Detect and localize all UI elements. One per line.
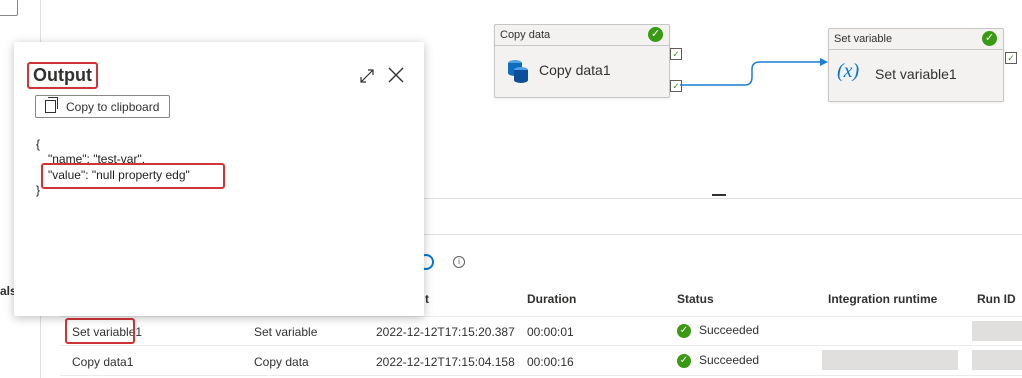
info-icon[interactable]: i [453,256,465,268]
column-header-run-id[interactable]: Run ID [977,292,1016,306]
json-open-brace: { [36,137,41,151]
set-variable-activity-header: Set variable ✓ [829,29,1003,50]
success-check-icon: ✓ [677,353,691,368]
column-header-integration-runtime[interactable]: Integration runtime [828,292,937,306]
copy-data-activity[interactable]: Copy data ✓ Copy data1 [494,24,670,98]
highlight-annotation [41,163,225,189]
activity-name: Copy data1 [539,62,611,78]
column-header-run-start[interactable]: t [425,292,429,306]
column-header-status[interactable]: Status [677,292,714,306]
activity-type-cell: Set variable [254,325,318,339]
status-cell: ✓ Succeeded [677,323,759,338]
highlight-annotation [65,318,135,344]
success-check-icon: ✓ [982,31,997,46]
run-id-redacted [972,321,1022,341]
success-check-icon: ✓ [677,323,691,338]
row-divider [60,375,1022,376]
status-cell: ✓ Succeeded [677,353,759,368]
close-icon[interactable] [387,66,405,84]
activity-type-label: Copy data [500,29,551,41]
row-divider [60,316,1022,317]
column-header-duration[interactable]: Duration [527,292,576,306]
success-port-icon[interactable]: ✓ [1005,52,1017,64]
status-text: Succeeded [699,323,760,337]
run-id-redacted [972,350,1022,370]
status-text: Succeeded [699,353,760,367]
set-variable-activity[interactable]: Set variable ✓ (x) Set variable1 [828,28,1004,102]
copy-data-activity-header: Copy data ✓ [495,25,669,46]
connector-arrow [680,58,828,86]
integration-runtime-redacted [822,350,958,370]
run-start-cell: 2022-12-12T17:15:04.158 [376,355,515,369]
input-box[interactable] [0,0,18,16]
json-close-brace: } [36,183,41,197]
expand-icon[interactable] [359,68,375,84]
panel-resize-handle[interactable] [712,194,726,196]
output-panel: Output Copy to clipboard { "name": "test… [14,42,424,316]
row-divider [60,345,1022,346]
copy-data-icon [508,60,528,83]
activity-name-cell[interactable]: Copy data1 [72,355,133,369]
panel-title: Output [27,62,98,89]
copy-to-clipboard-button[interactable]: Copy to clipboard [35,95,171,118]
copy-icon [45,97,58,113]
success-check-icon: ✓ [648,27,663,42]
activity-type-label: Set variable [834,33,893,45]
variable-icon: (x) [837,60,860,82]
run-start-cell: 2022-12-12T17:15:20.387 [376,325,515,339]
activity-type-cell: Copy data [254,355,309,369]
duration-cell: 00:00:16 [527,355,574,369]
activity-name: Set variable1 [875,66,957,82]
copy-button-label: Copy to clipboard [66,100,160,114]
duration-cell: 00:00:01 [527,325,574,339]
